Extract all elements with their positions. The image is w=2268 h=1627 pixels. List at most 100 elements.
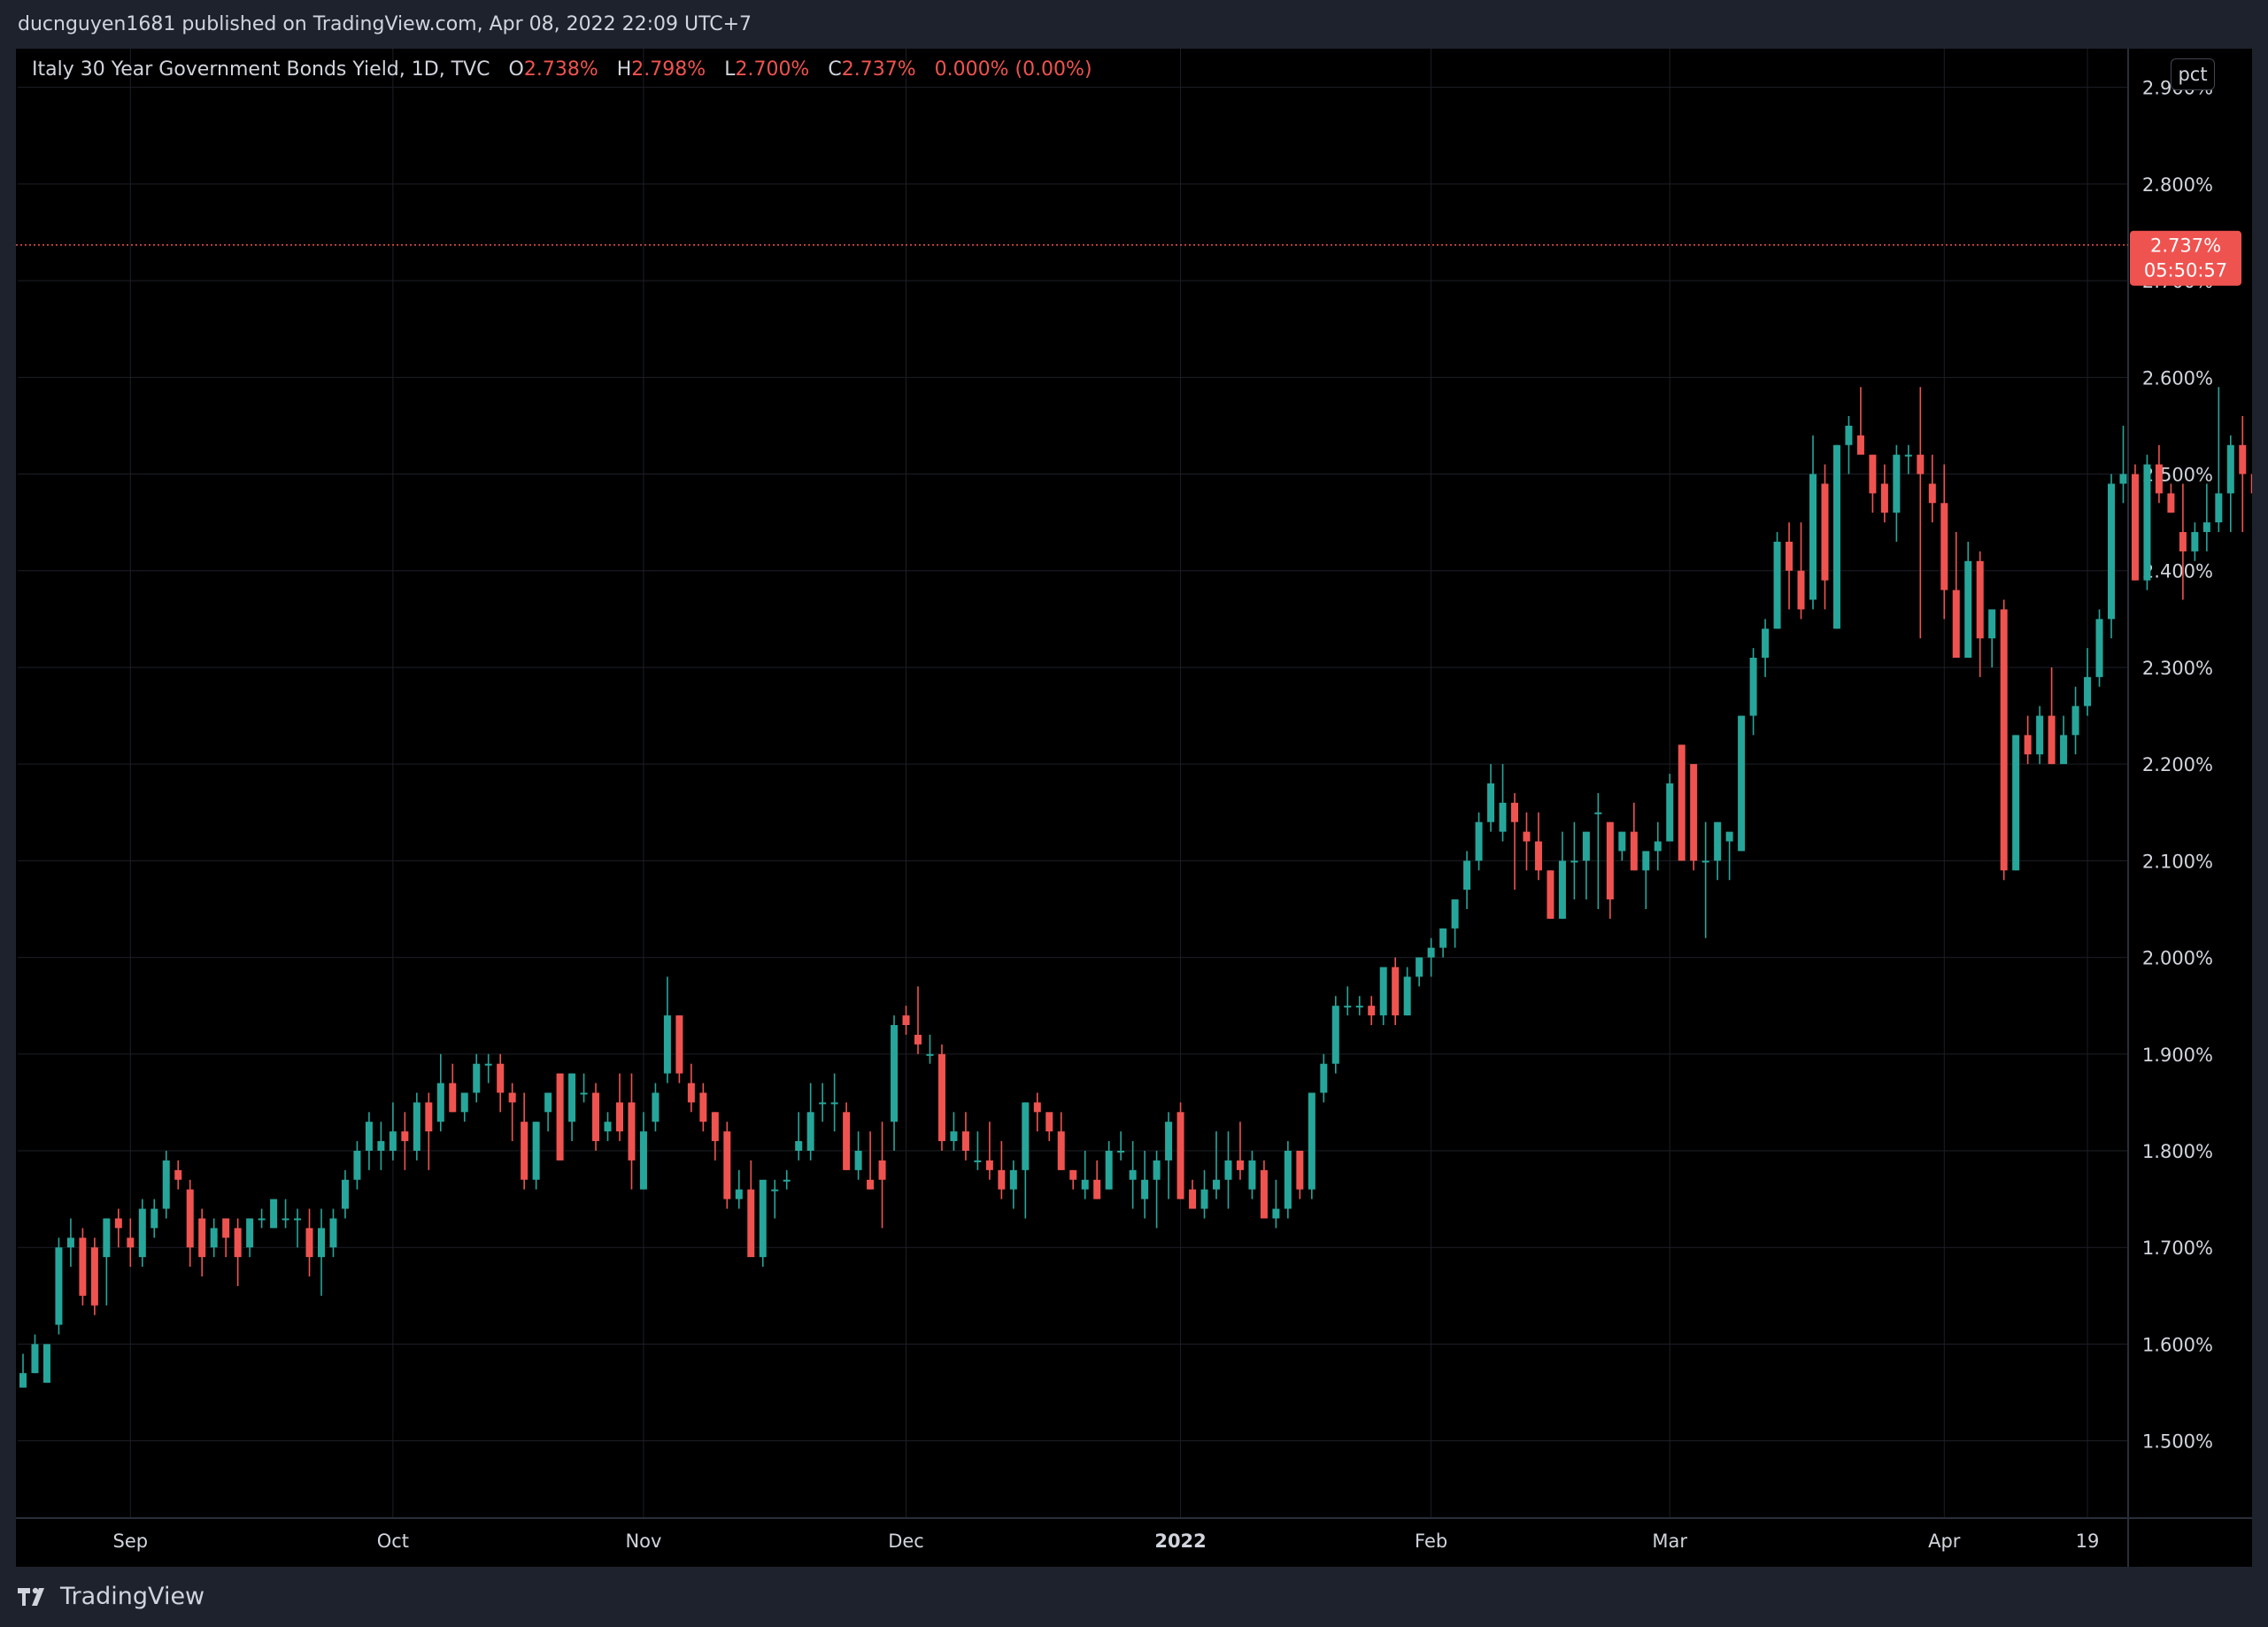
candle-body [1069,1169,1077,1180]
candle-body [305,1228,313,1258]
candle-body [2167,493,2175,513]
candle-body [1714,821,1722,861]
candle-body [974,1160,982,1162]
y-tick-label: 1.800% [2142,1141,2213,1162]
candle-body [1248,1160,1256,1190]
candle-body [711,1112,719,1142]
candle-body [1678,744,1686,861]
candle-body [413,1102,420,1151]
legend-symbol: Italy 30 Year Government Bonds Yield, 1D… [32,58,490,81]
candle-body [1725,831,1733,842]
candle-body [1606,821,1614,900]
candle-body [950,1131,958,1142]
chart-frame[interactable]: 1.500% 1.600% 1.700% 1.800% 1.900% 2.000% 2.10… [16,49,2252,1567]
candle-body [1749,658,1757,716]
candle-body [1642,851,1650,871]
candle-body [1022,1102,1030,1170]
candle-body [90,1247,98,1306]
candle-body [1928,483,1936,504]
candle-body [1701,860,1709,863]
legend-open-value: 2.738% [523,58,598,81]
candle-body [186,1189,194,1248]
candle-body [1427,947,1435,958]
candle-body [1153,1160,1161,1180]
candle-body [1331,1006,1339,1064]
candle-body [1117,1151,1125,1153]
percent-scale-button[interactable]: pct [2171,58,2215,90]
candle-body [628,1102,636,1160]
candle-body [998,1169,1006,1190]
candle-body [270,1199,278,1229]
legend-open-label: O [508,58,524,81]
candle-body [556,1073,564,1160]
candle-body [377,1141,385,1151]
candle-body [521,1122,528,1180]
candle-body [985,1160,993,1170]
candle-body [401,1131,409,1142]
candle-body [1057,1131,1065,1170]
candle-body [294,1218,302,1221]
candle-body [127,1238,135,1248]
candle-body [532,1122,540,1180]
candle-body [604,1122,612,1132]
candle-body [2202,522,2210,533]
candle-body [114,1218,122,1229]
y-tick-label: 2.300% [2142,658,2213,679]
candle-body [1630,831,1638,871]
candle-body [2191,532,2199,551]
candle-body [1045,1112,1053,1132]
candle-body [282,1218,289,1221]
candle-body [2071,706,2079,736]
candle-body [1033,1102,1041,1113]
candle-body [2084,676,2092,706]
candle-body [1856,435,1864,455]
candle-body [652,1092,660,1122]
candle-body [1797,570,1805,610]
candle-body [675,1015,683,1074]
candle-body [1284,1151,1292,1209]
candle-body [1200,1189,1208,1209]
candle-body [783,1179,791,1182]
candle-body [1320,1063,1328,1093]
candle-body [1582,831,1590,861]
candle-body [687,1083,695,1103]
candle-body [1308,1092,1315,1190]
candle-body [867,1179,875,1190]
candle-body [2095,619,2103,677]
candle-body [329,1218,337,1248]
candle-body [1475,821,1483,861]
candle-body [1105,1151,1113,1190]
candle-body [174,1169,182,1180]
candle-body [2048,715,2056,765]
candle-body [1869,454,1877,494]
candle-body [1129,1169,1137,1180]
candlestick-chart[interactable]: 1.500% 1.600% 1.700% 1.800% 1.900% 2.000% 2.10… [16,49,2252,1567]
x-tick-label: Mar [1652,1531,1687,1552]
x-tick-label: Apr [1928,1531,1961,1552]
tradingview-logo[interactable]: TradingView [18,1583,204,1610]
y-tick-label: 2.400% [2142,561,2213,582]
symbol-legend: Italy 30 Year Government Bonds Yield, 1D… [32,58,1092,81]
candle-body [2143,464,2151,581]
candle-body [222,1218,230,1238]
candle-body [1296,1151,1304,1190]
y-tick-label: 1.500% [2142,1431,2213,1453]
candle-body [318,1228,325,1258]
candle-body [19,1373,27,1388]
candle-body [830,1102,838,1105]
candle-body [1499,802,1507,832]
candle-body [961,1131,969,1151]
candle-body [2179,532,2187,551]
y-tick-label: 2.500% [2142,465,2213,486]
last-price-countdown: 05:50:57 [2144,260,2227,281]
candle-body [1547,870,1554,919]
candle-body [473,1063,481,1093]
x-tick-label: Feb [1415,1531,1447,1552]
candle-body [937,1053,945,1142]
candle-body [2024,735,2032,755]
candle-body [878,1160,886,1180]
candle-body [699,1092,707,1122]
tradingview-logo-icon [18,1587,44,1606]
candle-body [735,1189,743,1199]
candle-body [2215,493,2223,523]
